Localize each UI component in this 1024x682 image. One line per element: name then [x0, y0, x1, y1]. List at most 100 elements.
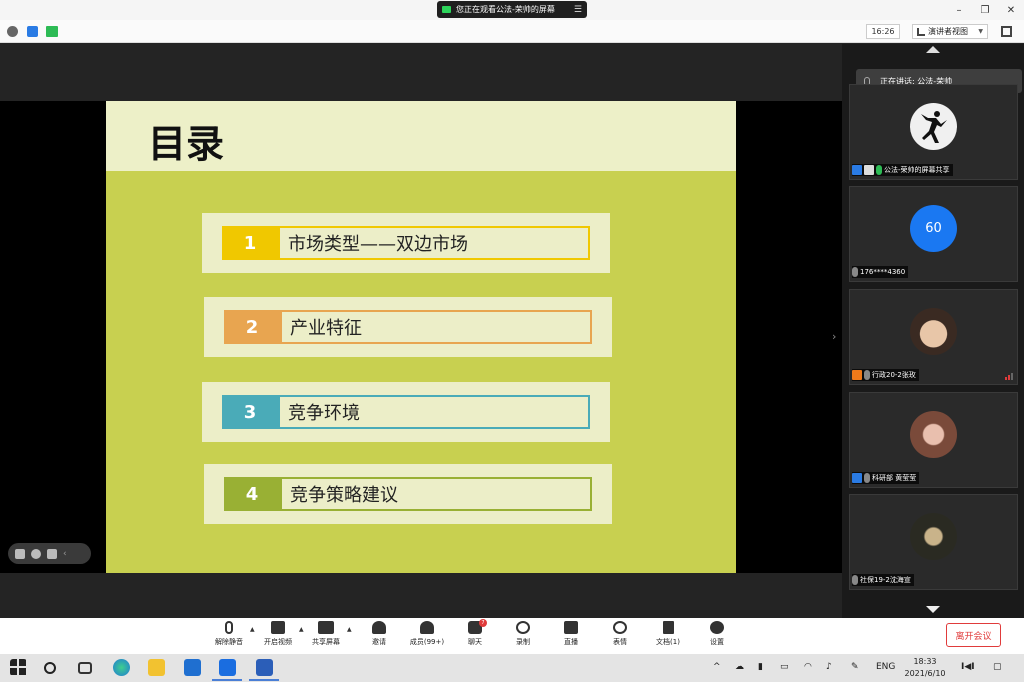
microphone-icon[interactable]: ▮ [758, 662, 763, 672]
speaker-view-dropdown[interactable]: 演讲者视图 ▼ [912, 24, 988, 39]
participant-tile[interactable]: 社保19-2沈海宣 [849, 494, 1018, 590]
ime-icon[interactable]: I◀I [961, 662, 975, 672]
mic-muted-icon [852, 575, 858, 585]
unmute-label: 解除静音 [215, 638, 243, 646]
toc-item-1: 1 市场类型——双边市场 [202, 213, 610, 273]
emoji-icon[interactable] [31, 548, 41, 559]
shield-icon[interactable] [27, 26, 38, 37]
title-bar: 您正在观看公法-荣帅的屏幕 ☰ – ❐ ✕ [0, 0, 1024, 20]
restore-button[interactable]: ❐ [972, 0, 998, 20]
participant-tile[interactable]: 科研部 黄莹莹 [849, 392, 1018, 488]
record-icon [516, 621, 530, 634]
live-icon [564, 621, 578, 634]
screen-share-notice[interactable]: 您正在观看公法-荣帅的屏幕 ☰ [437, 1, 587, 18]
participant-tile[interactable]: 公法-荣帅的屏幕共享 [849, 84, 1018, 180]
grid-icon[interactable] [15, 548, 25, 559]
record-label: 录制 [516, 638, 530, 646]
live-button[interactable]: 直播 [549, 621, 593, 647]
meeting-toolbar: 解除静音 ▲ 开启视频 ▲ 共享屏幕 ▲ 邀请 成员(99+) 7 聊天 录制 [0, 618, 1024, 654]
notification-icon[interactable]: ▢ [993, 662, 1002, 672]
toc-text: 产业特征 [280, 310, 592, 344]
active-app-indicator [249, 679, 279, 681]
signal-weak-icon [1005, 373, 1013, 380]
share-screen-button[interactable]: 共享屏幕 [304, 621, 348, 647]
mic-muted-icon [852, 267, 858, 277]
share-screen-icon [318, 621, 334, 634]
wifi-icon[interactable]: ◠ [804, 662, 812, 672]
mail-icon[interactable] [184, 659, 201, 676]
participant-tile[interactable]: 60 176****4360 [849, 186, 1018, 282]
mic-icon [876, 165, 882, 175]
unmute-button[interactable]: 解除静音 [207, 621, 251, 647]
settings-label: 设置 [710, 638, 724, 646]
chat-label: 聊天 [468, 638, 482, 646]
file-explorer-icon[interactable] [148, 659, 165, 676]
video-off-icon [271, 621, 285, 634]
system-clock[interactable]: 18:33 2021/6/10 [900, 656, 950, 680]
chevron-left-icon[interactable]: ‹ [63, 549, 67, 559]
slide-title: 目录 [148, 122, 225, 166]
avatar [910, 308, 957, 355]
mic-muted-icon [864, 370, 870, 380]
settings-button[interactable]: 设置 [695, 621, 739, 647]
info-icon[interactable] [7, 26, 18, 37]
chat-icon[interactable] [47, 548, 57, 559]
share-screen-label: 共享屏幕 [312, 638, 340, 646]
edge-icon[interactable] [113, 659, 130, 676]
chat-badge: 7 [479, 619, 487, 627]
floating-controls[interactable]: ‹ [8, 543, 91, 564]
signal-icon[interactable] [46, 26, 58, 37]
close-button[interactable]: ✕ [998, 0, 1024, 20]
chevron-right-icon[interactable]: › [832, 330, 836, 343]
chevron-up-icon[interactable]: ▲ [299, 626, 304, 633]
word-icon[interactable] [256, 659, 273, 676]
toc-item-2: 2 产业特征 [204, 297, 612, 357]
battery-icon[interactable]: ▭ [780, 662, 789, 672]
chevron-up-icon[interactable]: ▲ [347, 626, 352, 633]
chevron-up-icon[interactable]: ^ [713, 662, 721, 672]
scroll-down-icon[interactable] [926, 606, 940, 613]
volume-icon[interactable]: ♪ [826, 662, 832, 672]
scroll-up-icon[interactable] [926, 46, 940, 53]
cloud-icon[interactable]: ☁ [735, 662, 744, 672]
language-indicator[interactable]: ENG [876, 662, 895, 672]
participant-panel: 正在讲话: 公法-荣帅 公法-荣帅的屏幕共享 60 176****4360 行政… [842, 44, 1024, 618]
members-label: 成员(99+) [409, 638, 445, 646]
toc-text: 竞争策略建议 [280, 477, 592, 511]
document-icon [662, 621, 674, 634]
toc-number: 2 [224, 310, 280, 344]
participant-tile[interactable]: 行政20-2张玫 [849, 289, 1018, 385]
toc-number: 4 [224, 477, 280, 511]
participant-name: 公法-荣帅的屏幕共享 [884, 166, 950, 174]
participant-label: 公法-荣帅的屏幕共享 [852, 164, 953, 176]
pen-icon[interactable]: ✎ [851, 662, 859, 672]
invite-button[interactable]: 邀请 [357, 621, 401, 647]
participant-label: 176****4360 [852, 266, 909, 278]
task-view-icon[interactable] [78, 662, 92, 674]
members-button[interactable]: 成员(99+) [405, 621, 449, 647]
screen-icon [864, 165, 874, 175]
participant-name: 社保19-2沈海宣 [860, 576, 911, 584]
clock-time: 18:33 [913, 657, 937, 666]
record-button[interactable]: 录制 [501, 621, 545, 647]
start-icon[interactable] [10, 659, 27, 676]
fullscreen-icon[interactable] [1001, 26, 1012, 37]
user-icon [852, 473, 862, 483]
user-icon [852, 165, 862, 175]
chat-button[interactable]: 7 聊天 [453, 619, 497, 647]
leave-meeting-button[interactable]: 离开会议 [946, 623, 1001, 647]
toc-number: 1 [222, 226, 278, 260]
chevron-up-icon[interactable]: ▲ [250, 626, 255, 633]
windows-taskbar: ^ ☁ ▮ ▭ ◠ ♪ ✎ ENG 18:33 2021/6/10 I◀I ▢ [0, 654, 1024, 682]
documents-label: 文档(1) [656, 638, 680, 646]
minimize-button[interactable]: – [946, 0, 972, 20]
slide-header: 目录 [106, 101, 736, 171]
menu-icon[interactable]: ☰ [574, 5, 582, 15]
tencent-meeting-icon[interactable] [219, 659, 236, 676]
search-icon[interactable] [44, 662, 56, 674]
start-video-label: 开启视频 [264, 638, 292, 646]
start-video-button[interactable]: 开启视频 [256, 621, 300, 647]
emoji-button[interactable]: 表情 [598, 621, 642, 647]
avatar [910, 513, 957, 560]
documents-button[interactable]: 文档(1) [646, 621, 690, 647]
